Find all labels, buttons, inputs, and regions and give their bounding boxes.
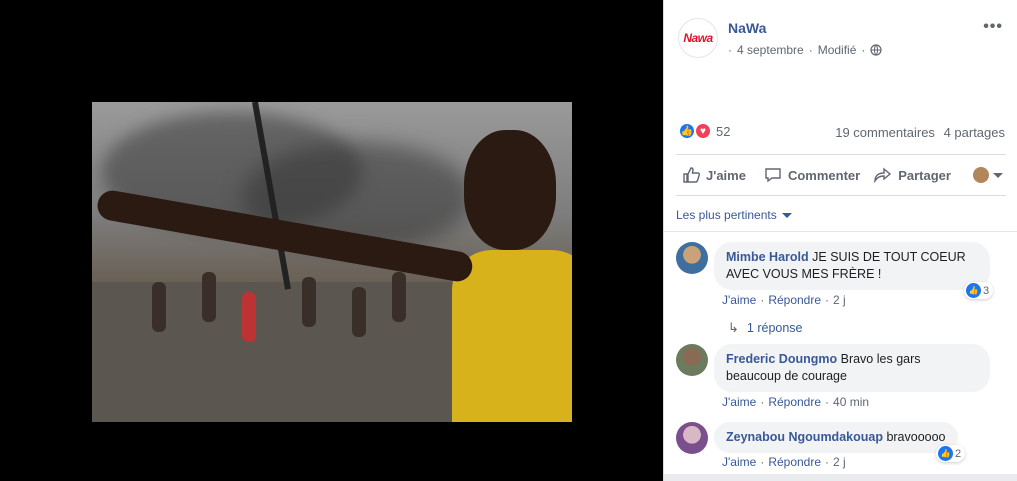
comment-reply-link[interactable]: Répondre (768, 293, 821, 307)
comment-bubble: Mimbe Harold JE SUIS DE TOUT COEUR AVEC … (714, 242, 990, 290)
commenter-avatar[interactable] (676, 242, 708, 274)
comment-sort-label: Les plus pertinents (676, 208, 777, 222)
comment-text: bravooooo (886, 430, 946, 444)
globe-icon[interactable] (870, 44, 882, 56)
comment-item: Zeynabou Ngoumdakouap bravooooo 👍 2 J'ai… (676, 422, 1006, 472)
photo-person-shirt (452, 250, 572, 422)
comment-sort-dropdown[interactable]: Les plus pertinents (676, 208, 792, 222)
comment-reaction-count: 3 (983, 284, 990, 297)
comment-author[interactable]: Mimbe Harold (726, 250, 809, 264)
share-button[interactable]: Partager (874, 167, 951, 183)
comment-reaction-count: 2 (955, 447, 962, 460)
reaction-summary[interactable]: 👍 ♥ 52 (678, 122, 730, 140)
comment-actions: J'aime · Répondre · 40 min (722, 395, 870, 409)
comment-reply-link[interactable]: Répondre (768, 395, 821, 409)
post-photo[interactable] (92, 102, 572, 422)
comment-time[interactable]: 40 min (833, 395, 869, 409)
view-replies-link[interactable]: ↳ 1 réponse (728, 320, 803, 336)
share-label: Partager (898, 167, 951, 183)
replies-count: 1 réponse (746, 321, 803, 335)
like-label: J'aime (706, 167, 746, 183)
comment-reaction-badge[interactable]: 👍 3 (964, 282, 994, 299)
comments-count-link[interactable]: 19 commentaires (835, 125, 935, 140)
comment-like-link[interactable]: J'aime (722, 293, 756, 307)
photo-viewer (0, 0, 663, 481)
post-edited[interactable]: Modifié (818, 43, 857, 57)
share-icon (874, 167, 892, 183)
comment-time[interactable]: 2 j (833, 293, 846, 307)
engagement-counts: 19 commentaires 4 partages (830, 125, 1005, 140)
comment-bubble: Zeynabou Ngoumdakouap bravooooo (714, 422, 958, 453)
comment-bubble: Frederic Doungmo Bravo les gars beaucoup… (714, 344, 990, 392)
comment-author[interactable]: Zeynabou Ngoumdakouap (726, 430, 883, 444)
page-logo: Nawa (683, 31, 713, 45)
commenter-avatar[interactable] (676, 344, 708, 376)
reaction-avatar-selector[interactable] (972, 167, 989, 183)
post-actions-bar: J'aime Commenter Partager (676, 154, 1006, 196)
post-separator: · (728, 43, 732, 57)
reaction-count: 52 (716, 123, 731, 139)
comment-author[interactable]: Frederic Doungmo (726, 352, 837, 366)
post-date[interactable]: 4 septembre (737, 43, 804, 57)
comment-actions: J'aime · Répondre · 2 j (722, 455, 846, 469)
comment-reply-link[interactable]: Répondre (768, 455, 821, 469)
reply-arrow-icon: ↳ (728, 320, 739, 335)
like-button[interactable]: J'aime (682, 167, 746, 183)
comment-item: Frederic Doungmo Bravo les gars beaucoup… (676, 344, 1006, 414)
like-reaction-icon: 👍 (938, 446, 953, 461)
comment-button[interactable]: Commenter (764, 167, 860, 183)
chevron-down-icon[interactable] (992, 172, 1003, 178)
comment-label: Commenter (787, 167, 861, 183)
comment-reaction-badge[interactable]: 👍 2 (936, 445, 966, 462)
post-separator: · (808, 43, 813, 57)
chevron-down-icon (781, 212, 792, 218)
like-reaction-icon: 👍 (966, 283, 981, 298)
panel-bottom-bar (664, 474, 1017, 481)
post-separator: · (861, 43, 866, 57)
more-options-icon[interactable]: ••• (983, 18, 1003, 36)
divider (664, 231, 1017, 232)
comment-actions: J'aime · Répondre · 2 j (722, 293, 846, 307)
comment-like-link[interactable]: J'aime (722, 395, 756, 409)
page-name-link[interactable]: NaWa (728, 20, 766, 36)
post-meta: · 4 septembre · Modifié · (728, 43, 882, 57)
shares-count-link[interactable]: 4 partages (944, 125, 1005, 140)
thumbs-up-icon (683, 167, 700, 183)
page-avatar[interactable]: Nawa (678, 18, 718, 58)
comment-time[interactable]: 2 j (833, 455, 846, 469)
comment-like-link[interactable]: J'aime (722, 455, 756, 469)
commenter-avatar[interactable] (676, 422, 708, 454)
love-reaction-icon: ♥ (694, 122, 712, 140)
post-side-panel: Nawa NaWa · 4 septembre · Modifié · ••• … (663, 0, 1017, 481)
photo-person-head (464, 130, 556, 250)
comment-icon (765, 168, 781, 183)
